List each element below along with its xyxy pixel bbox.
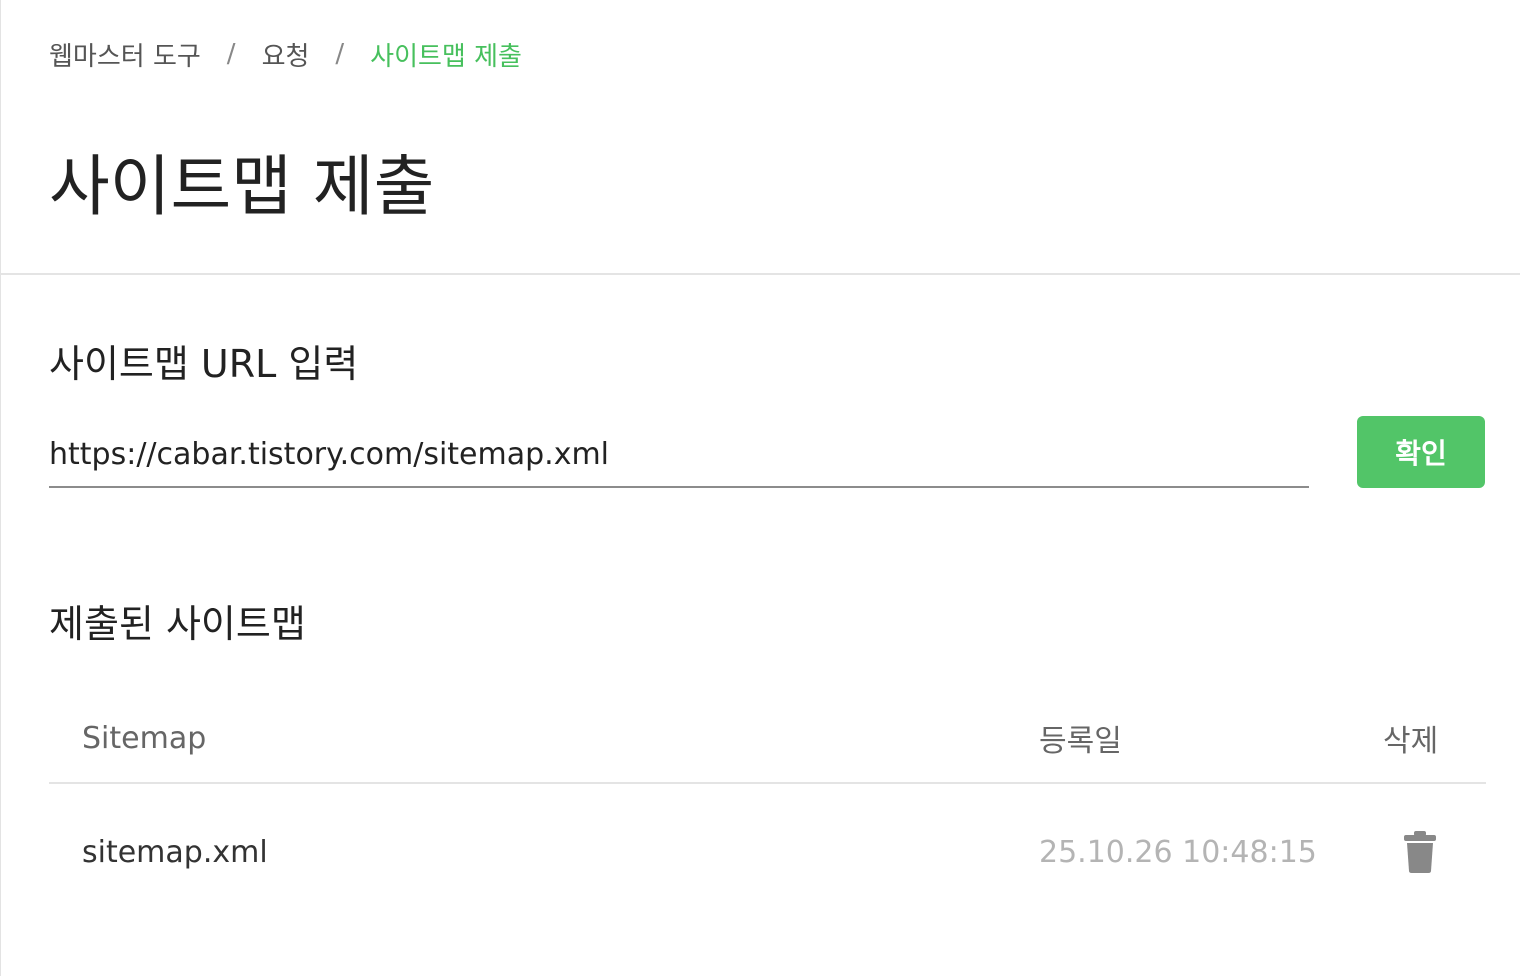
- sitemap-registered-date: 25.10.26 10:48:15: [1039, 834, 1317, 870]
- header-divider: [1, 273, 1520, 275]
- column-header-sitemap: Sitemap: [82, 720, 207, 756]
- url-section-title: 사이트맵 URL 입력: [49, 342, 359, 386]
- column-header-delete: 삭제: [1383, 724, 1439, 759]
- sitemap-url-input[interactable]: [49, 422, 1309, 488]
- submitted-sitemaps-title: 제출된 사이트맵: [49, 602, 306, 646]
- table-row: sitemap.xml 25.10.26 10:48:15: [49, 786, 1486, 918]
- breadcrumb: 웹마스터 도구 / 요청 / 사이트맵 제출: [49, 34, 522, 74]
- breadcrumb-request[interactable]: 요청: [262, 36, 310, 73]
- page-title: 사이트맵 제출: [49, 148, 435, 225]
- page: 웹마스터 도구 / 요청 / 사이트맵 제출 사이트맵 제출 사이트맵 URL …: [0, 0, 1520, 976]
- column-header-date: 등록일: [1039, 724, 1122, 759]
- breadcrumb-webmaster-tools[interactable]: 웹마스터 도구: [49, 36, 201, 73]
- confirm-button[interactable]: 확인: [1357, 416, 1485, 488]
- trash-icon[interactable]: [1403, 831, 1437, 873]
- delete-button[interactable]: [1403, 786, 1437, 918]
- breadcrumb-current: 사이트맵 제출: [370, 41, 522, 72]
- breadcrumb-separator: /: [335, 39, 345, 69]
- breadcrumb-separator: /: [226, 39, 236, 69]
- sitemap-name: sitemap.xml: [82, 834, 268, 870]
- table-header: Sitemap 등록일 삭제: [49, 694, 1486, 784]
